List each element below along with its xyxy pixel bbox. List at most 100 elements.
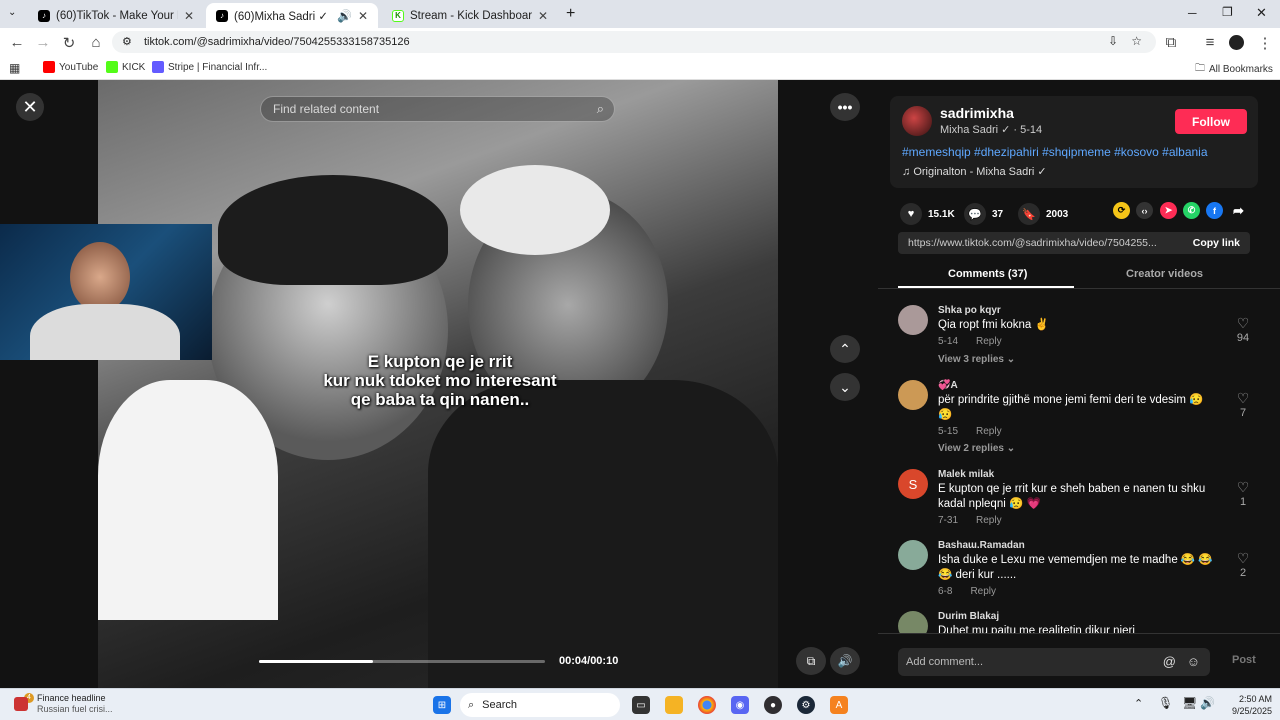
- miniplayer-icon[interactable]: ⧉: [796, 647, 826, 675]
- minimize-button[interactable]: ─: [1188, 6, 1197, 20]
- post-comment-button[interactable]: Post: [1232, 654, 1256, 666]
- tab-creator-videos[interactable]: Creator videos: [1126, 268, 1203, 280]
- profile-avatar[interactable]: [1229, 35, 1244, 50]
- clock[interactable]: 2:50 AM 9/25/2025: [1218, 693, 1272, 717]
- view-replies[interactable]: View 3 replies ⌄: [938, 354, 1015, 365]
- heart-outline-icon[interactable]: ♡: [1228, 390, 1258, 407]
- facebook-icon[interactable]: f: [1206, 202, 1223, 219]
- emoji-icon[interactable]: ☺: [1187, 654, 1200, 669]
- find-related-search[interactable]: Find related content ⌕: [260, 96, 615, 122]
- task-view-icon[interactable]: ▭: [632, 696, 650, 714]
- comment-stat[interactable]: 💬 37: [964, 203, 1003, 225]
- media-control-icon[interactable]: ≡: [1201, 34, 1219, 51]
- speaker-icon[interactable]: 🔊: [337, 9, 352, 23]
- commenter-name[interactable]: Shka po kqyr: [938, 305, 1001, 316]
- share-link-box[interactable]: https://www.tiktok.com/@sadrimixha/video…: [898, 232, 1250, 254]
- comment-icon[interactable]: 💬: [964, 203, 986, 225]
- heart-outline-icon[interactable]: ♡: [1228, 315, 1258, 332]
- start-icon[interactable]: ⊞: [433, 696, 451, 714]
- more-options-button[interactable]: •••: [830, 93, 860, 121]
- mention-icon[interactable]: @: [1163, 654, 1176, 669]
- creator-avatar[interactable]: [902, 106, 932, 136]
- chrome-icon[interactable]: [698, 696, 716, 714]
- embed-icon[interactable]: ‹›: [1136, 202, 1153, 219]
- heart-outline-icon[interactable]: ♡: [1228, 550, 1258, 567]
- commenter-name[interactable]: Durim Blakaj: [938, 611, 999, 622]
- reload-icon[interactable]: ↻: [60, 34, 78, 52]
- close-video-button[interactable]: ✕: [16, 93, 44, 121]
- discord-icon[interactable]: ◉: [731, 696, 749, 714]
- tab-comments[interactable]: Comments (37): [948, 268, 1027, 280]
- close-tab-icon[interactable]: ✕: [538, 9, 548, 23]
- sound-link[interactable]: ♫ Originalton - Mixha Sadri ✓: [902, 165, 1047, 178]
- restore-button[interactable]: ❐: [1222, 5, 1233, 19]
- close-tab-icon[interactable]: ✕: [184, 9, 194, 23]
- commenter-name[interactable]: Malek milak: [938, 469, 994, 480]
- add-comment-input[interactable]: Add comment... @ ☺: [898, 648, 1210, 676]
- commenter-avatar[interactable]: S: [898, 469, 928, 499]
- browser-menu-icon[interactable]: ⋮: [1256, 34, 1274, 52]
- reply-button[interactable]: Reply: [976, 336, 1002, 347]
- hashtags[interactable]: #memeshqip #dhezipahiri #shqipmeme #koso…: [902, 145, 1208, 159]
- commenter-name[interactable]: 💞A: [938, 380, 958, 391]
- tab-list-button[interactable]: ⌄: [8, 7, 16, 18]
- extensions-icon[interactable]: ⧉: [1162, 34, 1180, 51]
- save-stat[interactable]: 🔖 2003: [1018, 203, 1068, 225]
- tab-tiktok-home[interactable]: ♪ (60)TikTok - Make Your Day ✕: [28, 3, 204, 28]
- bookmark-youtube[interactable]: YouTube: [43, 61, 98, 73]
- network-icon[interactable]: 🖥: [1182, 696, 1197, 710]
- reply-button[interactable]: Reply: [970, 586, 996, 597]
- all-bookmarks[interactable]: 🗀 All Bookmarks: [1195, 61, 1273, 78]
- install-app-icon[interactable]: ⇩: [1108, 34, 1118, 48]
- url-bar[interactable]: ⚙ tiktok.com/@sadrimixha/video/750425533…: [112, 31, 1156, 53]
- bookmark-icon[interactable]: 🔖: [1018, 203, 1040, 225]
- back-icon[interactable]: ←: [8, 34, 26, 51]
- reply-button[interactable]: Reply: [976, 515, 1002, 526]
- home-icon[interactable]: ⌂: [87, 34, 105, 51]
- bookmark-star-icon[interactable]: ☆: [1131, 34, 1142, 48]
- taskbar-search[interactable]: ⌕ Search: [460, 693, 620, 717]
- apps-icon[interactable]: ▦: [9, 61, 20, 75]
- search-icon[interactable]: ⌕: [597, 101, 604, 117]
- tab-kick-dashboard[interactable]: K Stream - Kick Dashboard ✕: [382, 3, 558, 28]
- comment-like[interactable]: ♡ 2: [1228, 550, 1258, 579]
- repost-icon[interactable]: ⟳: [1113, 202, 1130, 219]
- tray-overflow-icon[interactable]: ⌃: [1134, 697, 1143, 710]
- microphone-icon[interactable]: 🎙: [1158, 696, 1173, 710]
- reply-button[interactable]: Reply: [976, 426, 1002, 437]
- commenter-name[interactable]: Bashaɯ.Ramadan: [938, 540, 1025, 551]
- view-replies[interactable]: View 2 replies ⌄: [938, 443, 1015, 454]
- heart-outline-icon[interactable]: ♡: [1228, 479, 1258, 496]
- speaker-icon[interactable]: 🔊: [1200, 696, 1215, 710]
- like-stat[interactable]: ♥ 15.1K: [900, 203, 955, 225]
- comment-like[interactable]: ♡ 7: [1228, 390, 1258, 419]
- heart-icon[interactable]: ♥: [900, 203, 922, 225]
- share-arrow-icon[interactable]: ➦: [1230, 202, 1247, 219]
- bookmark-stripe[interactable]: Stripe | Financial Infr...: [152, 61, 267, 73]
- app-icon[interactable]: A: [830, 696, 848, 714]
- commenter-avatar[interactable]: [898, 305, 928, 335]
- obs-icon[interactable]: ●: [764, 696, 782, 714]
- file-explorer-icon[interactable]: [665, 696, 683, 714]
- whatsapp-icon[interactable]: ✆: [1183, 202, 1200, 219]
- video-progress-bar[interactable]: [259, 660, 545, 663]
- comment-like[interactable]: ♡ 94: [1228, 315, 1258, 344]
- copy-link-button[interactable]: Copy link: [1193, 237, 1240, 249]
- volume-icon[interactable]: 🔊: [830, 647, 860, 675]
- commenter-avatar[interactable]: [898, 380, 928, 410]
- window-close-button[interactable]: ✕: [1256, 5, 1267, 21]
- bookmark-kick[interactable]: KICK: [106, 61, 145, 73]
- close-tab-icon[interactable]: ✕: [358, 9, 368, 23]
- forward-icon[interactable]: →: [34, 34, 52, 51]
- tab-tiktok-video[interactable]: ♪ (60)Mixha Sadri ✓ (@sadri 🔊 ✕: [206, 3, 378, 28]
- comment-like[interactable]: ♡ 1: [1228, 479, 1258, 508]
- next-video-button[interactable]: ⌄: [830, 373, 860, 401]
- previous-video-button[interactable]: ⌃: [830, 335, 860, 363]
- commenter-avatar[interactable]: [898, 540, 928, 570]
- creator-username[interactable]: sadrimixha: [940, 105, 1014, 121]
- site-info-icon[interactable]: ⚙: [122, 35, 132, 48]
- steam-icon[interactable]: ⚙: [797, 696, 815, 714]
- news-widget[interactable]: 4 Finance headline Russian fuel crisi...: [14, 693, 113, 715]
- new-tab-button[interactable]: +: [566, 5, 575, 23]
- follow-button[interactable]: Follow: [1175, 109, 1247, 134]
